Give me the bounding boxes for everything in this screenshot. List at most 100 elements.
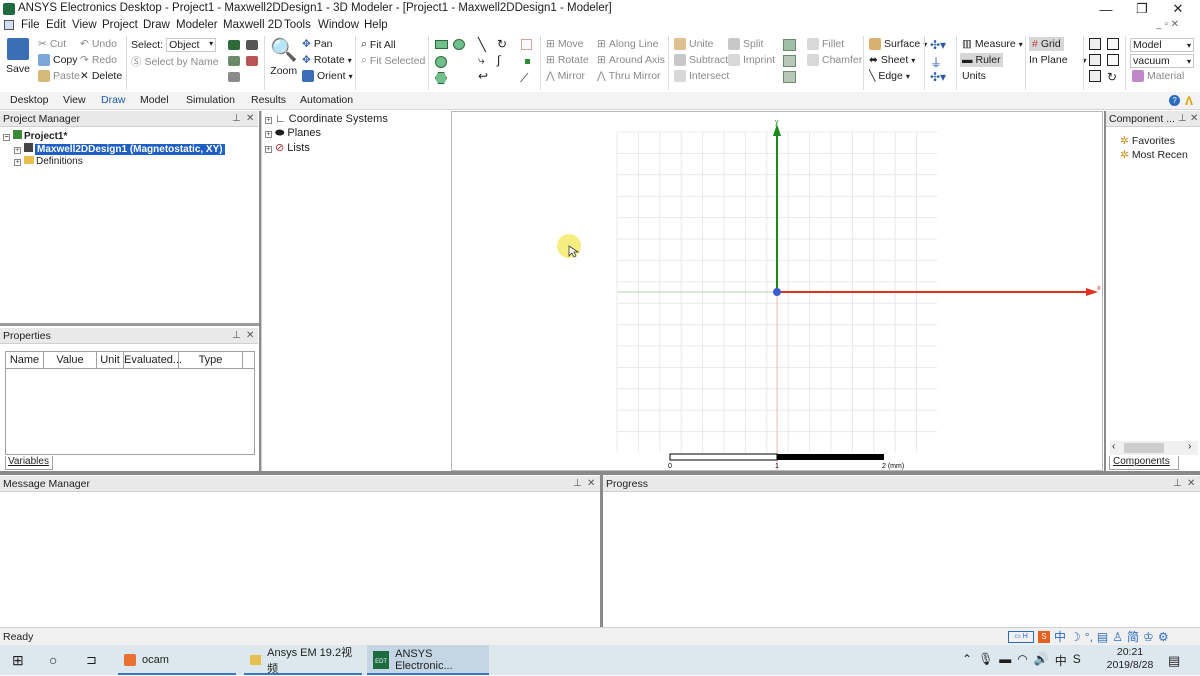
pin-icon[interactable]: ⊥ (1173, 476, 1182, 492)
draw-spline-icon[interactable]: ⤷ (478, 53, 485, 68)
system-tray[interactable]: ⌃ 🎙 ▬ ◠ 🔊 中 S (962, 652, 1081, 669)
draw-ellipse-icon[interactable] (453, 39, 465, 50)
sogou-tray-icon[interactable]: S (1073, 652, 1081, 669)
user-icon[interactable]: ♙ (1112, 630, 1123, 644)
menu-maxwell2d[interactable]: Maxwell 2D (223, 19, 282, 31)
face-cs-icon[interactable]: ✣▾ (930, 70, 946, 84)
menu-view[interactable]: View (72, 19, 97, 31)
snap-center-icon[interactable] (1089, 70, 1101, 82)
cut-button[interactable]: ✂ Cut (38, 38, 66, 50)
move-button[interactable]: ⊞ Move (546, 38, 584, 50)
help-icon[interactable]: ? (1169, 95, 1180, 106)
menu-draw[interactable]: Draw (143, 19, 170, 31)
close-icon[interactable]: ✕ (1190, 111, 1198, 127)
pin-icon[interactable]: ⊥ (232, 111, 241, 127)
close-icon[interactable]: ✕ (1187, 476, 1195, 492)
tree-item-favorites[interactable]: ✲ Favorites (1120, 135, 1175, 147)
notification-icon[interactable]: ▤ (1168, 653, 1180, 669)
select-by-name-button[interactable]: Ⓢ Select by Name (131, 54, 219, 69)
scrollbar-thumb[interactable] (1124, 443, 1164, 453)
fit-selected-button[interactable]: ⌕ Fit Selected (361, 54, 425, 67)
redo-button[interactable]: ↷ Redo (80, 54, 117, 66)
snap-angle-icon[interactable]: ↻ (1107, 70, 1117, 84)
tab-automation[interactable]: Automation (300, 94, 353, 106)
relative-cs-icon[interactable]: ⏚ (930, 54, 942, 71)
column-header[interactable]: Type (179, 352, 243, 368)
tree-item-lists[interactable]: + ⊘ Lists (265, 141, 310, 154)
viewport-canvas[interactable]: y x 0 1 2 (mm) (452, 112, 1104, 472)
pin-icon[interactable]: ⊥ (573, 476, 582, 492)
settings-icon[interactable]: ⚙ (1158, 630, 1169, 644)
microphone-icon[interactable]: 🎙 (978, 652, 993, 669)
menu-project[interactable]: Project (102, 19, 138, 31)
tree-item-coordinate-systems[interactable]: + ∟ Coordinate Systems (265, 113, 388, 125)
delete-button[interactable]: ✕ Delete (80, 70, 122, 82)
soft-keyboard-icon[interactable]: ▤ (1097, 630, 1108, 644)
tab-desktop[interactable]: Desktop (10, 94, 49, 106)
close-icon[interactable]: ✕ (246, 111, 254, 127)
select-filter-icon-4[interactable] (246, 56, 258, 66)
mdi-controls[interactable]: _ ▫ ✕ (1156, 19, 1179, 30)
close-icon[interactable]: ✕ (246, 328, 254, 344)
snap-vertex-icon[interactable] (1107, 38, 1119, 50)
draw-point-icon[interactable] (525, 59, 530, 64)
snap-face-icon[interactable] (1107, 54, 1119, 66)
tab-draw[interactable]: Draw (101, 94, 126, 106)
unite-button[interactable]: Unite (674, 38, 714, 50)
tree-item-design[interactable]: + Maxwell2DDesign1 (Magnetostatic, XY) (14, 143, 225, 155)
subtract-button[interactable]: Subtract (674, 54, 728, 66)
duplicate-thru-mirror-button[interactable]: ⋀ Thru Mirror (597, 70, 661, 82)
duplicate-around-axis-button[interactable]: ⊞ Around Axis (597, 54, 665, 66)
draw-rectangle-icon[interactable] (435, 40, 448, 49)
ime-toolbar[interactable]: ▭ H S 中 ☽ °, ▤ ♙ 简 ♔ ⚙ (1008, 629, 1198, 644)
column-header[interactable]: Unit (97, 352, 124, 368)
duplicate-along-line-button[interactable]: ⊞ Along Line (597, 38, 658, 50)
scroll-left-icon[interactable]: ‹ (1112, 441, 1115, 452)
moon-icon[interactable]: ☽ (1070, 630, 1081, 644)
punctuation-icon[interactable]: °, (1085, 630, 1093, 644)
fit-all-button[interactable]: ⌕ Fit All (361, 38, 396, 51)
snap-edge-icon[interactable] (1089, 54, 1101, 66)
expand-icon[interactable]: + (14, 159, 21, 166)
select-filter-icon-2[interactable] (246, 40, 258, 50)
menu-tools[interactable]: Tools (284, 19, 311, 31)
taskbar-item-ocam[interactable]: ocam (118, 645, 236, 675)
expand-icon[interactable]: + (265, 131, 272, 138)
surface-menu[interactable]: Surface ▾ (869, 38, 927, 50)
thicken-icon[interactable] (783, 55, 796, 67)
undo-button[interactable]: ↶ Undo (80, 38, 117, 50)
grid-plane-dropdown[interactable]: In Plane ▾ (1029, 54, 1087, 66)
doc-icon[interactable] (4, 20, 14, 30)
skin-icon[interactable]: ♔ (1143, 630, 1154, 644)
mirror-button[interactable]: ⋀ Mirror (546, 70, 585, 82)
ruler-toggle[interactable]: ▬ Ruler (960, 53, 1003, 67)
units-button[interactable]: Units (962, 70, 986, 82)
clock[interactable]: 20:21 2019/8/28 (1104, 646, 1156, 672)
edge-menu[interactable]: ╲ Edge ▾ (869, 70, 910, 82)
draw-polygon-icon[interactable] (435, 72, 447, 84)
tab-components[interactable]: Components (1109, 456, 1179, 470)
maximize-button[interactable]: ❐ (1124, 0, 1160, 18)
sogou-icon[interactable]: S (1038, 630, 1050, 643)
imprint-button[interactable]: Imprint (728, 54, 775, 66)
scroll-right-icon[interactable]: › (1188, 441, 1191, 452)
taskbar-item-ansys-folder[interactable]: Ansys EM 19.2视频 (244, 645, 362, 675)
modeler-viewport[interactable]: y x 0 1 2 (mm) (451, 111, 1103, 471)
column-header[interactable]: Name (6, 352, 44, 368)
start-button[interactable]: ⊞ (6, 645, 32, 675)
split-button[interactable]: Split (728, 38, 763, 50)
zoom-button[interactable]: 🔍 Zoom (270, 38, 297, 78)
draw-plane-icon[interactable]: ⟋ (520, 71, 528, 86)
pan-button[interactable]: ✥ Pan (302, 38, 333, 50)
expand-icon[interactable]: + (265, 117, 272, 124)
minimize-button[interactable]: — (1088, 0, 1124, 18)
chamfer-button[interactable]: Chamfer (807, 54, 862, 66)
paste-button[interactable]: Paste (38, 70, 80, 82)
coordinate-system-icon[interactable]: ✣▾ (930, 38, 946, 52)
save-button[interactable]: Save (6, 38, 30, 75)
chevron-up-icon[interactable]: ⌃ (962, 652, 972, 669)
task-view-button[interactable]: ⊐ (80, 645, 106, 675)
intersect-button[interactable]: Intersect (674, 70, 729, 82)
draw-circle-icon[interactable] (435, 56, 447, 68)
material-dropdown[interactable]: vacuum ▾ (1130, 54, 1194, 68)
